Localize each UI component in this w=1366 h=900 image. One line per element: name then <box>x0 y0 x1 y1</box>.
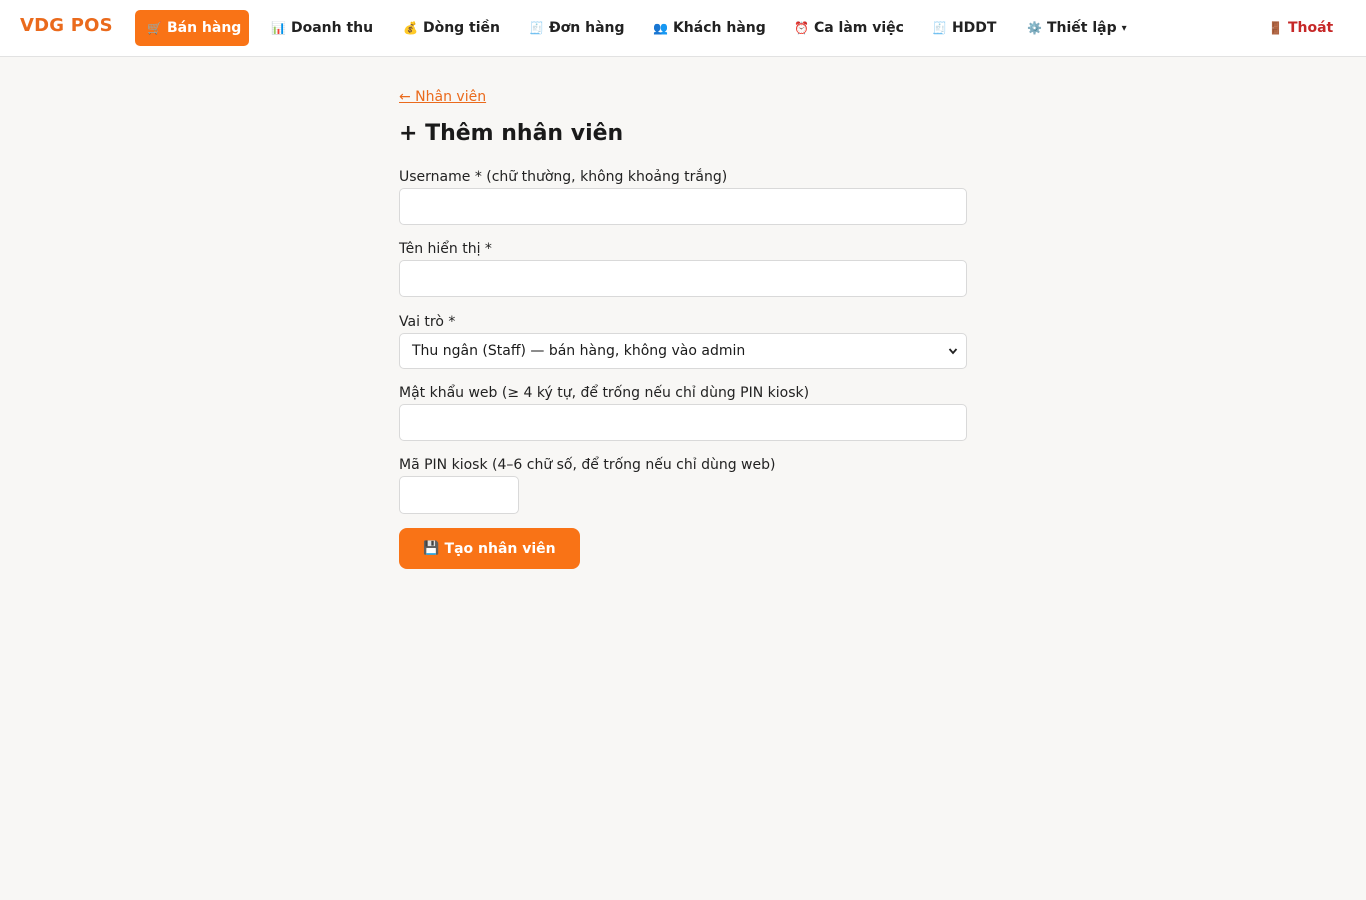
cart-icon: 🛒 <box>147 21 162 35</box>
nav-item-label: Bán hàng <box>166 20 242 36</box>
logout-button[interactable]: 🚪 Thoát <box>1268 10 1333 46</box>
create-employee-label: Tạo nhân viên <box>444 540 556 557</box>
logout-label: Thoát <box>1287 20 1334 36</box>
floppy-disk-icon: 💾 <box>423 541 440 556</box>
chevron-down-icon: ▾ <box>1121 22 1127 34</box>
top-navbar: VDG POS 🛒 Bán hàng 📊 Doanh thu 💰 Dòng ti… <box>0 0 1366 57</box>
nav-item-hddt[interactable]: 🧾 HDDT <box>932 10 996 46</box>
nav-item-don-hang[interactable]: 🧾 Đơn hàng <box>529 10 625 46</box>
nav-item-label: Thiết lập <box>1046 20 1117 36</box>
username-label: Username * (chữ thường, không khoảng trắ… <box>399 169 728 185</box>
kiosk-pin-label: Mã PIN kiosk (4–6 chữ số, để trống nếu c… <box>399 457 776 473</box>
role-label: Vai trò * <box>399 314 456 330</box>
receipt-icon: 🧾 <box>529 21 544 35</box>
nav-item-dong-tien[interactable]: 💰 Dòng tiền <box>403 10 500 46</box>
nav-item-thiet-lap[interactable]: ⚙️ Thiết lập ▾ <box>1027 10 1127 46</box>
display-name-input[interactable] <box>399 260 967 297</box>
display-name-label: Tên hiển thị * <box>399 241 492 257</box>
nav-item-label: Ca làm việc <box>813 20 904 36</box>
kiosk-pin-input[interactable] <box>399 476 519 514</box>
web-password-label: Mật khẩu web (≥ 4 ký tự, để trống nếu ch… <box>399 385 810 401</box>
role-selected-value: Thu ngân (Staff) — bán hàng, không vào a… <box>412 343 746 359</box>
nav-item-doanh-thu[interactable]: 📊 Doanh thu <box>271 10 373 46</box>
page-title: + Thêm nhân viên <box>399 121 624 146</box>
nav-item-label: HDDT <box>951 20 997 36</box>
receipt-icon: 🧾 <box>932 21 947 35</box>
nav-item-label: Doanh thu <box>290 20 374 36</box>
nav-item-khach-hang[interactable]: 👥 Khách hàng <box>653 10 766 46</box>
nav-item-label: Đơn hàng <box>548 20 625 36</box>
nav-item-ban-hang[interactable]: 🛒 Bán hàng <box>135 10 249 46</box>
alarm-clock-icon: ⏰ <box>794 21 809 35</box>
create-employee-button[interactable]: 💾 Tạo nhân viên <box>399 528 580 569</box>
users-icon: 👥 <box>653 21 668 35</box>
brand-logo[interactable]: VDG POS <box>20 15 113 36</box>
door-icon: 🚪 <box>1268 21 1283 35</box>
chevron-down-icon <box>948 348 958 355</box>
role-select[interactable]: Thu ngân (Staff) — bán hàng, không vào a… <box>399 333 967 369</box>
web-password-input[interactable] <box>399 404 967 441</box>
money-bag-icon: 💰 <box>403 21 418 35</box>
nav-item-label: Dòng tiền <box>422 20 501 36</box>
nav-item-ca-lam-viec[interactable]: ⏰ Ca làm việc <box>794 10 904 46</box>
gear-icon: ⚙️ <box>1027 21 1042 35</box>
nav-item-label: Khách hàng <box>672 20 766 36</box>
bar-chart-icon: 📊 <box>271 21 286 35</box>
back-link-employees[interactable]: ← Nhân viên <box>399 89 486 105</box>
username-input[interactable] <box>399 188 967 225</box>
